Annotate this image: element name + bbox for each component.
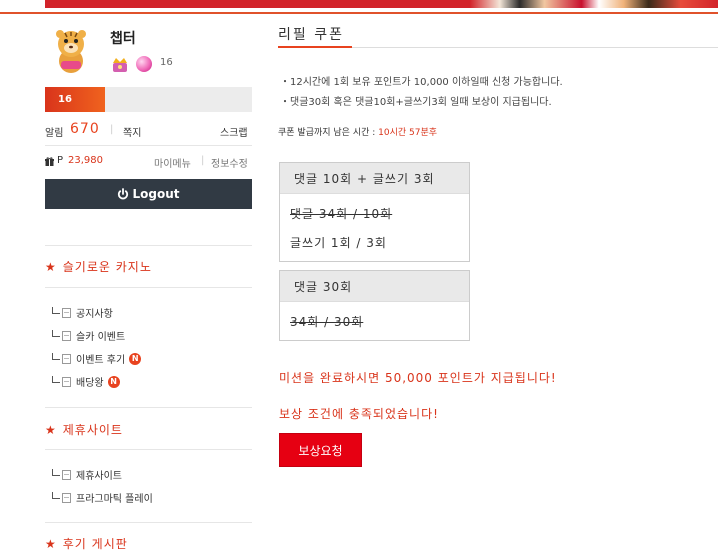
power-icon [118,188,129,200]
info-note: ・댓글30회 혹은 댓글10회+글쓰기3회 일때 보상이 지급됩니다. [280,97,552,108]
document-icon [62,376,71,387]
divider [45,449,252,450]
document-icon [62,353,71,364]
banner-image [470,0,718,8]
section-title-label: 제휴사이트 [62,423,123,437]
section-title-casino[interactable]: ★ 슬기로운 카지노 [45,258,152,275]
mission-box-comments-posts: 댓글 10회 + 글쓰기 3회 댓글 34회 / 10회 글쓰기 1회 / 3회 [279,162,470,262]
menu-item-pragmatic-play[interactable]: 프라그마틱 플레이 [52,490,153,505]
tree-branch-icon [52,353,60,360]
divider [45,407,252,408]
xp-level-label: 16 [58,94,72,105]
level-gem-icon [136,56,152,72]
star-icon: ★ [45,537,57,551]
divider [45,245,252,246]
divider [45,145,252,146]
scrap-link[interactable]: 스크랩 [220,124,248,139]
divider: | [201,155,205,166]
menu-item-notice[interactable]: 공지사항 [52,305,113,320]
edit-info-link[interactable]: 정보수정 [211,155,248,170]
remaining-time-label: 쿠폰 발급까지 남은 시간 : [278,128,379,138]
section-title-partners[interactable]: ★ 제휴사이트 [45,421,123,438]
logout-label: Logout [132,187,180,201]
comment-progress: 34회 / 30회 [290,315,364,329]
menu-item-payout-king[interactable]: 배당왕 N [52,374,120,389]
document-icon [62,307,71,318]
username: 챕터 [110,31,136,47]
divider: | [110,124,114,135]
menu-item-label: 배당왕 [76,378,104,389]
document-icon [62,492,71,503]
menu-item-event[interactable]: 슬카 이벤트 [52,328,125,343]
tree-branch-icon [52,492,60,499]
level-crown-icon [113,58,127,72]
avatar-tiger-icon[interactable] [50,27,92,75]
points-label: P [57,155,64,166]
reward-request-button[interactable]: 보상요청 [279,433,362,467]
section-title-label: 슬기로운 카지노 [62,260,152,274]
comment-progress: 댓글 34회 / 10회 [290,207,393,221]
remaining-time-value: 10시간 57분후 [378,128,438,138]
tree-branch-icon [52,307,60,314]
divider [45,522,252,523]
new-badge: N [129,352,142,365]
alarm-count[interactable]: 670 [70,121,100,137]
tree-branch-icon [52,469,60,476]
menu-item-label: 슬카 이벤트 [76,332,126,343]
menu-item-label: 이벤트 후기 [76,355,126,366]
level-number: 16 [160,57,173,68]
mission-box-comments: 댓글 30회 34회 / 30회 [279,270,470,341]
page-title: 리필 쿠폰 [278,27,344,43]
star-icon: ★ [45,423,57,437]
alarm-link[interactable]: 알림 [45,124,63,139]
mission-box-header: 댓글 30회 [280,271,469,302]
remaining-time: 쿠폰 발급까지 남은 시간 : 10시간 57분후 [278,125,437,138]
star-icon: ★ [45,260,57,274]
menu-item-partner-site[interactable]: 제휴사이트 [52,467,122,482]
condition-message: 보상 조건에 충족되었습니다! [279,407,439,421]
tree-branch-icon [52,330,60,337]
memo-link[interactable]: 쪽지 [123,124,141,139]
gift-icon [45,157,54,166]
header-divider [0,12,718,14]
new-badge: N [107,375,120,388]
menu-item-label: 공지사항 [76,309,113,320]
menu-item-event-review[interactable]: 이벤트 후기 N [52,351,142,366]
document-icon [62,469,71,480]
points-value: 23,980 [68,155,103,166]
menu-item-label: 프라그마틱 플레이 [76,494,153,505]
divider [45,287,252,288]
menu-item-label: 제휴사이트 [76,471,122,482]
mission-message: 미션을 완료하시면 50,000 포인트가 지급됩니다! [279,371,557,385]
document-icon [62,330,71,341]
mymenu-link[interactable]: 마이메뉴 [154,155,191,170]
title-underline [278,46,352,48]
section-title-label: 후기 게시판 [62,537,128,551]
logout-button[interactable]: Logout [45,179,252,209]
tree-branch-icon [52,376,60,383]
xp-progress-fill [45,87,105,112]
post-progress: 글쓰기 1회 / 3회 [290,236,387,250]
mission-box-header: 댓글 10회 + 글쓰기 3회 [280,163,469,194]
info-note: ・12시간에 1회 보유 포인트가 10,000 이하일때 신청 가능합니다. [280,77,563,88]
section-title-review-board[interactable]: ★ 후기 게시판 [45,535,128,552]
